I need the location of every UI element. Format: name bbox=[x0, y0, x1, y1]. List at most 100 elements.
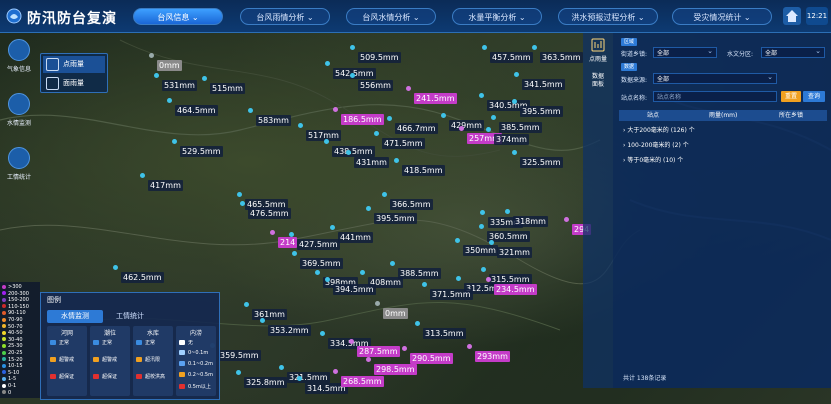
rainfall-label[interactable]: 363.5mm bbox=[540, 52, 583, 63]
tab-typhoon-rain[interactable]: 台风雨情分析 ⌄ bbox=[240, 8, 330, 25]
legend-tab-work[interactable]: 工情统计 bbox=[107, 310, 153, 323]
station-marker[interactable] bbox=[479, 224, 484, 229]
station-marker[interactable] bbox=[240, 201, 245, 206]
rainfall-label[interactable]: 366.5mm bbox=[390, 199, 433, 210]
station-marker[interactable] bbox=[324, 139, 329, 144]
vtab-data-panel[interactable]: 数据面板 bbox=[592, 73, 604, 89]
station-marker[interactable] bbox=[140, 173, 145, 178]
town-select[interactable]: 全部 bbox=[653, 46, 717, 58]
rainfall-label[interactable]: 466.7mm bbox=[395, 123, 438, 134]
station-marker[interactable] bbox=[244, 302, 249, 307]
station-marker[interactable] bbox=[237, 192, 242, 197]
station-marker[interactable] bbox=[532, 45, 537, 50]
rainfall-label[interactable]: 471.5mm bbox=[382, 138, 425, 149]
station-marker[interactable] bbox=[292, 251, 297, 256]
group-row-100-200[interactable]: › 100-200毫米的 (2) 个 bbox=[623, 140, 689, 149]
rainfall-label[interactable]: 509.5mm bbox=[358, 52, 401, 63]
rainfall-label[interactable]: 214 bbox=[278, 237, 298, 248]
rainfall-label[interactable]: 556mm bbox=[358, 80, 393, 91]
station-marker[interactable] bbox=[325, 277, 330, 282]
station-marker[interactable] bbox=[402, 346, 407, 351]
station-marker[interactable] bbox=[333, 107, 338, 112]
rainfall-label[interactable]: 395.5mm bbox=[374, 213, 417, 224]
group-row-zero[interactable]: › 等于0毫米的 (10) 个 bbox=[623, 155, 683, 164]
point-rainfall-option[interactable]: 点雨量 bbox=[43, 56, 105, 73]
station-marker[interactable] bbox=[260, 318, 265, 323]
rainfall-label[interactable]: 418.5mm bbox=[402, 165, 445, 176]
station-marker[interactable] bbox=[167, 98, 172, 103]
station-marker[interactable] bbox=[479, 93, 484, 98]
station-marker[interactable] bbox=[349, 339, 354, 344]
station-marker[interactable] bbox=[297, 376, 302, 381]
rainfall-label[interactable]: 0mm bbox=[383, 308, 408, 319]
tab-flood-forecast[interactable]: 洪水预报过程分析 ⌄ bbox=[558, 8, 658, 25]
tab-water-balance[interactable]: 水量平衡分析 ⌄ bbox=[452, 8, 542, 25]
station-marker[interactable] bbox=[441, 113, 446, 118]
station-marker[interactable] bbox=[514, 72, 519, 77]
search-button[interactable]: 查询 bbox=[803, 91, 825, 102]
station-marker[interactable] bbox=[374, 131, 379, 136]
station-marker[interactable] bbox=[325, 61, 330, 66]
station-marker[interactable] bbox=[320, 331, 325, 336]
rainfall-label[interactable]: 369.5mm bbox=[300, 258, 343, 269]
rainfall-label[interactable]: 395.5mm bbox=[520, 106, 563, 117]
station-marker[interactable] bbox=[350, 45, 355, 50]
rainfall-label[interactable]: 353.2mm bbox=[268, 325, 311, 336]
station-marker[interactable] bbox=[415, 321, 420, 326]
side-item-work-stats[interactable]: 工情统计 bbox=[3, 147, 35, 199]
rainfall-label[interactable]: 429mm bbox=[449, 120, 484, 131]
reset-button[interactable]: 重置 bbox=[781, 91, 801, 102]
side-item-weather[interactable]: 气象信息 bbox=[3, 39, 35, 91]
station-marker[interactable] bbox=[172, 139, 177, 144]
station-marker[interactable] bbox=[491, 115, 496, 120]
station-marker[interactable] bbox=[459, 126, 464, 131]
station-marker[interactable] bbox=[564, 217, 569, 222]
station-marker[interactable] bbox=[455, 238, 460, 243]
hydro-select[interactable]: 全部 bbox=[761, 46, 825, 58]
rainfall-label[interactable]: 385.5mm bbox=[499, 122, 542, 133]
rainfall-label[interactable]: 325.5mm bbox=[520, 157, 563, 168]
station-marker[interactable] bbox=[154, 73, 159, 78]
station-marker[interactable] bbox=[113, 265, 118, 270]
station-marker[interactable] bbox=[289, 232, 294, 237]
station-marker[interactable] bbox=[390, 261, 395, 266]
station-marker[interactable] bbox=[482, 45, 487, 50]
rainfall-label[interactable]: 417mm bbox=[148, 180, 183, 191]
rainfall-label[interactable]: 529.5mm bbox=[180, 146, 223, 157]
tab-typhoon-water[interactable]: 台风水情分析 ⌄ bbox=[346, 8, 436, 25]
station-marker[interactable] bbox=[149, 53, 154, 58]
rainfall-label[interactable]: 374mm bbox=[494, 134, 529, 145]
rainfall-label[interactable]: 293mm bbox=[475, 351, 510, 362]
rainfall-label[interactable]: 268.5mm bbox=[341, 376, 384, 387]
station-marker[interactable] bbox=[406, 86, 411, 91]
station-marker[interactable] bbox=[279, 365, 284, 370]
rainfall-label[interactable]: 388.5mm bbox=[398, 268, 441, 279]
station-marker[interactable] bbox=[366, 357, 371, 362]
rainfall-label[interactable]: 464.5mm bbox=[175, 105, 218, 116]
source-select[interactable]: 全部 bbox=[653, 72, 777, 84]
station-marker[interactable] bbox=[489, 240, 494, 245]
station-marker[interactable] bbox=[333, 369, 338, 374]
legend-tab-water[interactable]: 水情监测 bbox=[47, 310, 103, 323]
home-button[interactable] bbox=[783, 7, 801, 25]
station-marker[interactable] bbox=[512, 99, 517, 104]
rainfall-label[interactable]: 427.5mm bbox=[297, 239, 340, 250]
rainfall-label[interactable]: 241.5mm bbox=[414, 93, 457, 104]
rainfall-label[interactable]: 531mm bbox=[162, 80, 197, 91]
station-marker[interactable] bbox=[480, 210, 485, 215]
rainfall-label[interactable]: 394.5mm bbox=[333, 284, 376, 295]
station-marker[interactable] bbox=[467, 344, 472, 349]
station-marker[interactable] bbox=[346, 150, 351, 155]
tab-typhoon-info[interactable]: 台风信息 ⌄ bbox=[133, 8, 223, 25]
tab-damage-stats[interactable]: 受灾情况统计 ⌄ bbox=[672, 8, 772, 25]
rainfall-label[interactable]: 0mm bbox=[157, 60, 182, 71]
station-marker[interactable] bbox=[360, 270, 365, 275]
station-marker[interactable] bbox=[422, 282, 427, 287]
rainfall-label[interactable]: 186.5mm bbox=[341, 114, 384, 125]
rainfall-label[interactable]: 583mm bbox=[256, 115, 291, 126]
station-marker[interactable] bbox=[330, 225, 335, 230]
station-marker[interactable] bbox=[456, 276, 461, 281]
rainfall-label[interactable]: 457.5mm bbox=[490, 52, 533, 63]
station-marker[interactable] bbox=[486, 277, 491, 282]
side-item-water-monitor[interactable]: 水情监测 bbox=[3, 93, 35, 145]
